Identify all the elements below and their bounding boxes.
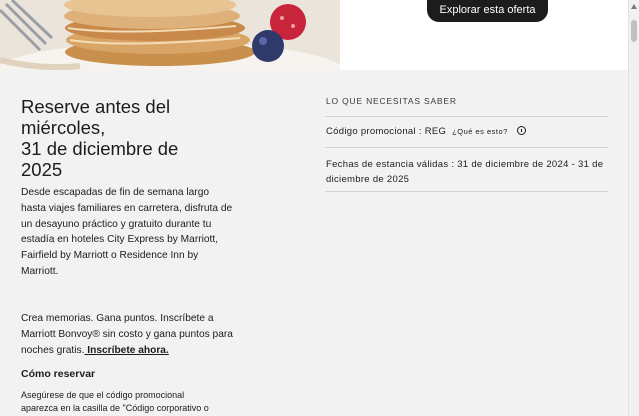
divider <box>325 191 608 192</box>
what-you-need-to-know-title: LO QUE NECESITAS SABER <box>326 96 457 106</box>
info-icon[interactable] <box>516 126 526 135</box>
explore-offer-button[interactable]: Explorar esta oferta <box>427 0 548 22</box>
headline-line: 2025 <box>21 159 63 180</box>
what-is-this-link[interactable]: ¿Qué es esto? <box>452 127 508 136</box>
bonvoy-promo: Crea memorias. Gana puntos. Inscríbete a… <box>21 311 236 358</box>
promo-code-row: Código promocional : REG ¿Qué es esto? <box>326 126 526 137</box>
offer-description: Desde escapadas de fin de semana largo h… <box>21 187 233 277</box>
page-scrollbar[interactable] <box>628 0 639 416</box>
pancake-photo <box>0 0 340 70</box>
scroll-up-icon[interactable] <box>631 4 637 9</box>
divider <box>325 147 608 148</box>
scroll-thumb[interactable] <box>631 20 637 42</box>
headline-line: Reserve antes del <box>21 96 171 117</box>
valid-stay-dates: Fechas de estancia válidas : 31 de dicie… <box>326 159 604 185</box>
divider <box>325 116 608 117</box>
promo-code-label: Código promocional : REG <box>326 126 447 137</box>
how-to-book-description: Asegúrese de que el código promocional a… <box>21 390 209 413</box>
headline-line: 31 de diciembre de <box>21 138 179 159</box>
headline-line: miércoles, <box>21 117 106 138</box>
enroll-now-link[interactable]: Inscríbete ahora. <box>84 345 169 356</box>
how-to-book-title: Cómo reservar <box>21 368 96 380</box>
hero-image <box>0 0 340 70</box>
offer-headline: Reserve antes del miércoles, 31 de dicie… <box>21 96 251 180</box>
